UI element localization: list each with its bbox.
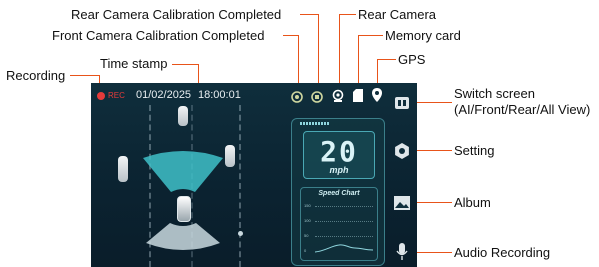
- speed-panel: 20 mph Speed Chart 150 100 50 0: [291, 118, 385, 266]
- radar-rear-fan: [146, 223, 220, 250]
- callout-memory-card: Memory card: [385, 28, 461, 43]
- microphone-icon[interactable]: [396, 243, 408, 261]
- gps-pin-icon: [372, 88, 382, 102]
- time-text: 18:00:01: [198, 89, 241, 101]
- rec-label: REC: [108, 91, 125, 100]
- callout-album: Album: [454, 195, 491, 210]
- rear-camera-icon: [332, 89, 344, 103]
- album-icon[interactable]: [394, 195, 410, 211]
- leader-front-calibration: [283, 35, 299, 36]
- leader-memory-card: [358, 35, 383, 36]
- speed-unit: mph: [329, 165, 349, 175]
- device-screen: REC 01/02/2025 18:00:01 20 mph Speed Cha…: [91, 83, 417, 267]
- leader-time-stamp: [172, 64, 198, 65]
- callout-front-calibration: Front Camera Calibration Completed: [52, 28, 265, 43]
- callout-audio-recording: Audio Recording: [454, 245, 551, 260]
- memory-card-icon: [353, 89, 363, 102]
- recording-dot: [97, 92, 105, 100]
- leader-gps: [377, 59, 396, 60]
- speed-chart-ytick: 100: [304, 218, 311, 223]
- speed-value: 20: [320, 135, 358, 168]
- date-text: 01/02/2025: [136, 89, 192, 101]
- gear-icon[interactable]: [394, 143, 410, 159]
- ego-vehicle: [177, 196, 191, 222]
- callout-rear-calibration: Rear Camera Calibration Completed: [71, 7, 282, 22]
- callout-time-stamp: Time stamp: [100, 56, 168, 71]
- callout-switch-screen: Switch screen: [454, 86, 535, 101]
- radar-front-fan: [143, 151, 223, 192]
- leader-rear-camera: [339, 14, 356, 15]
- leader-recording: [70, 75, 100, 76]
- small-marker: [238, 231, 243, 236]
- leader-rear-calibration: [300, 14, 318, 15]
- speed-chart-ytick: 150: [304, 203, 311, 208]
- callout-switch-screen-views: (AI/Front/Rear/All View): [454, 102, 591, 117]
- speed-chart-line: [315, 244, 373, 253]
- rear-calibration-icon: [311, 90, 323, 103]
- vehicle-left: [118, 156, 128, 182]
- speed-chart-ytick: 50: [304, 233, 309, 238]
- front-calibration-icon: [291, 90, 303, 103]
- vehicle-front: [178, 106, 188, 126]
- speed-chart-title: Speed Chart: [318, 190, 360, 197]
- callout-recording: Recording: [6, 68, 66, 83]
- speed-display: 20 mph: [303, 131, 375, 179]
- speed-chart: Speed Chart 150 100 50 0: [300, 187, 378, 261]
- switch-screen-icon[interactable]: [394, 95, 410, 111]
- callout-gps: GPS: [398, 52, 426, 67]
- callout-setting: Setting: [454, 143, 495, 158]
- callout-rear-camera: Rear Camera: [358, 7, 437, 22]
- vehicle-right: [225, 145, 235, 167]
- speed-chart-ytick: 0: [304, 248, 307, 253]
